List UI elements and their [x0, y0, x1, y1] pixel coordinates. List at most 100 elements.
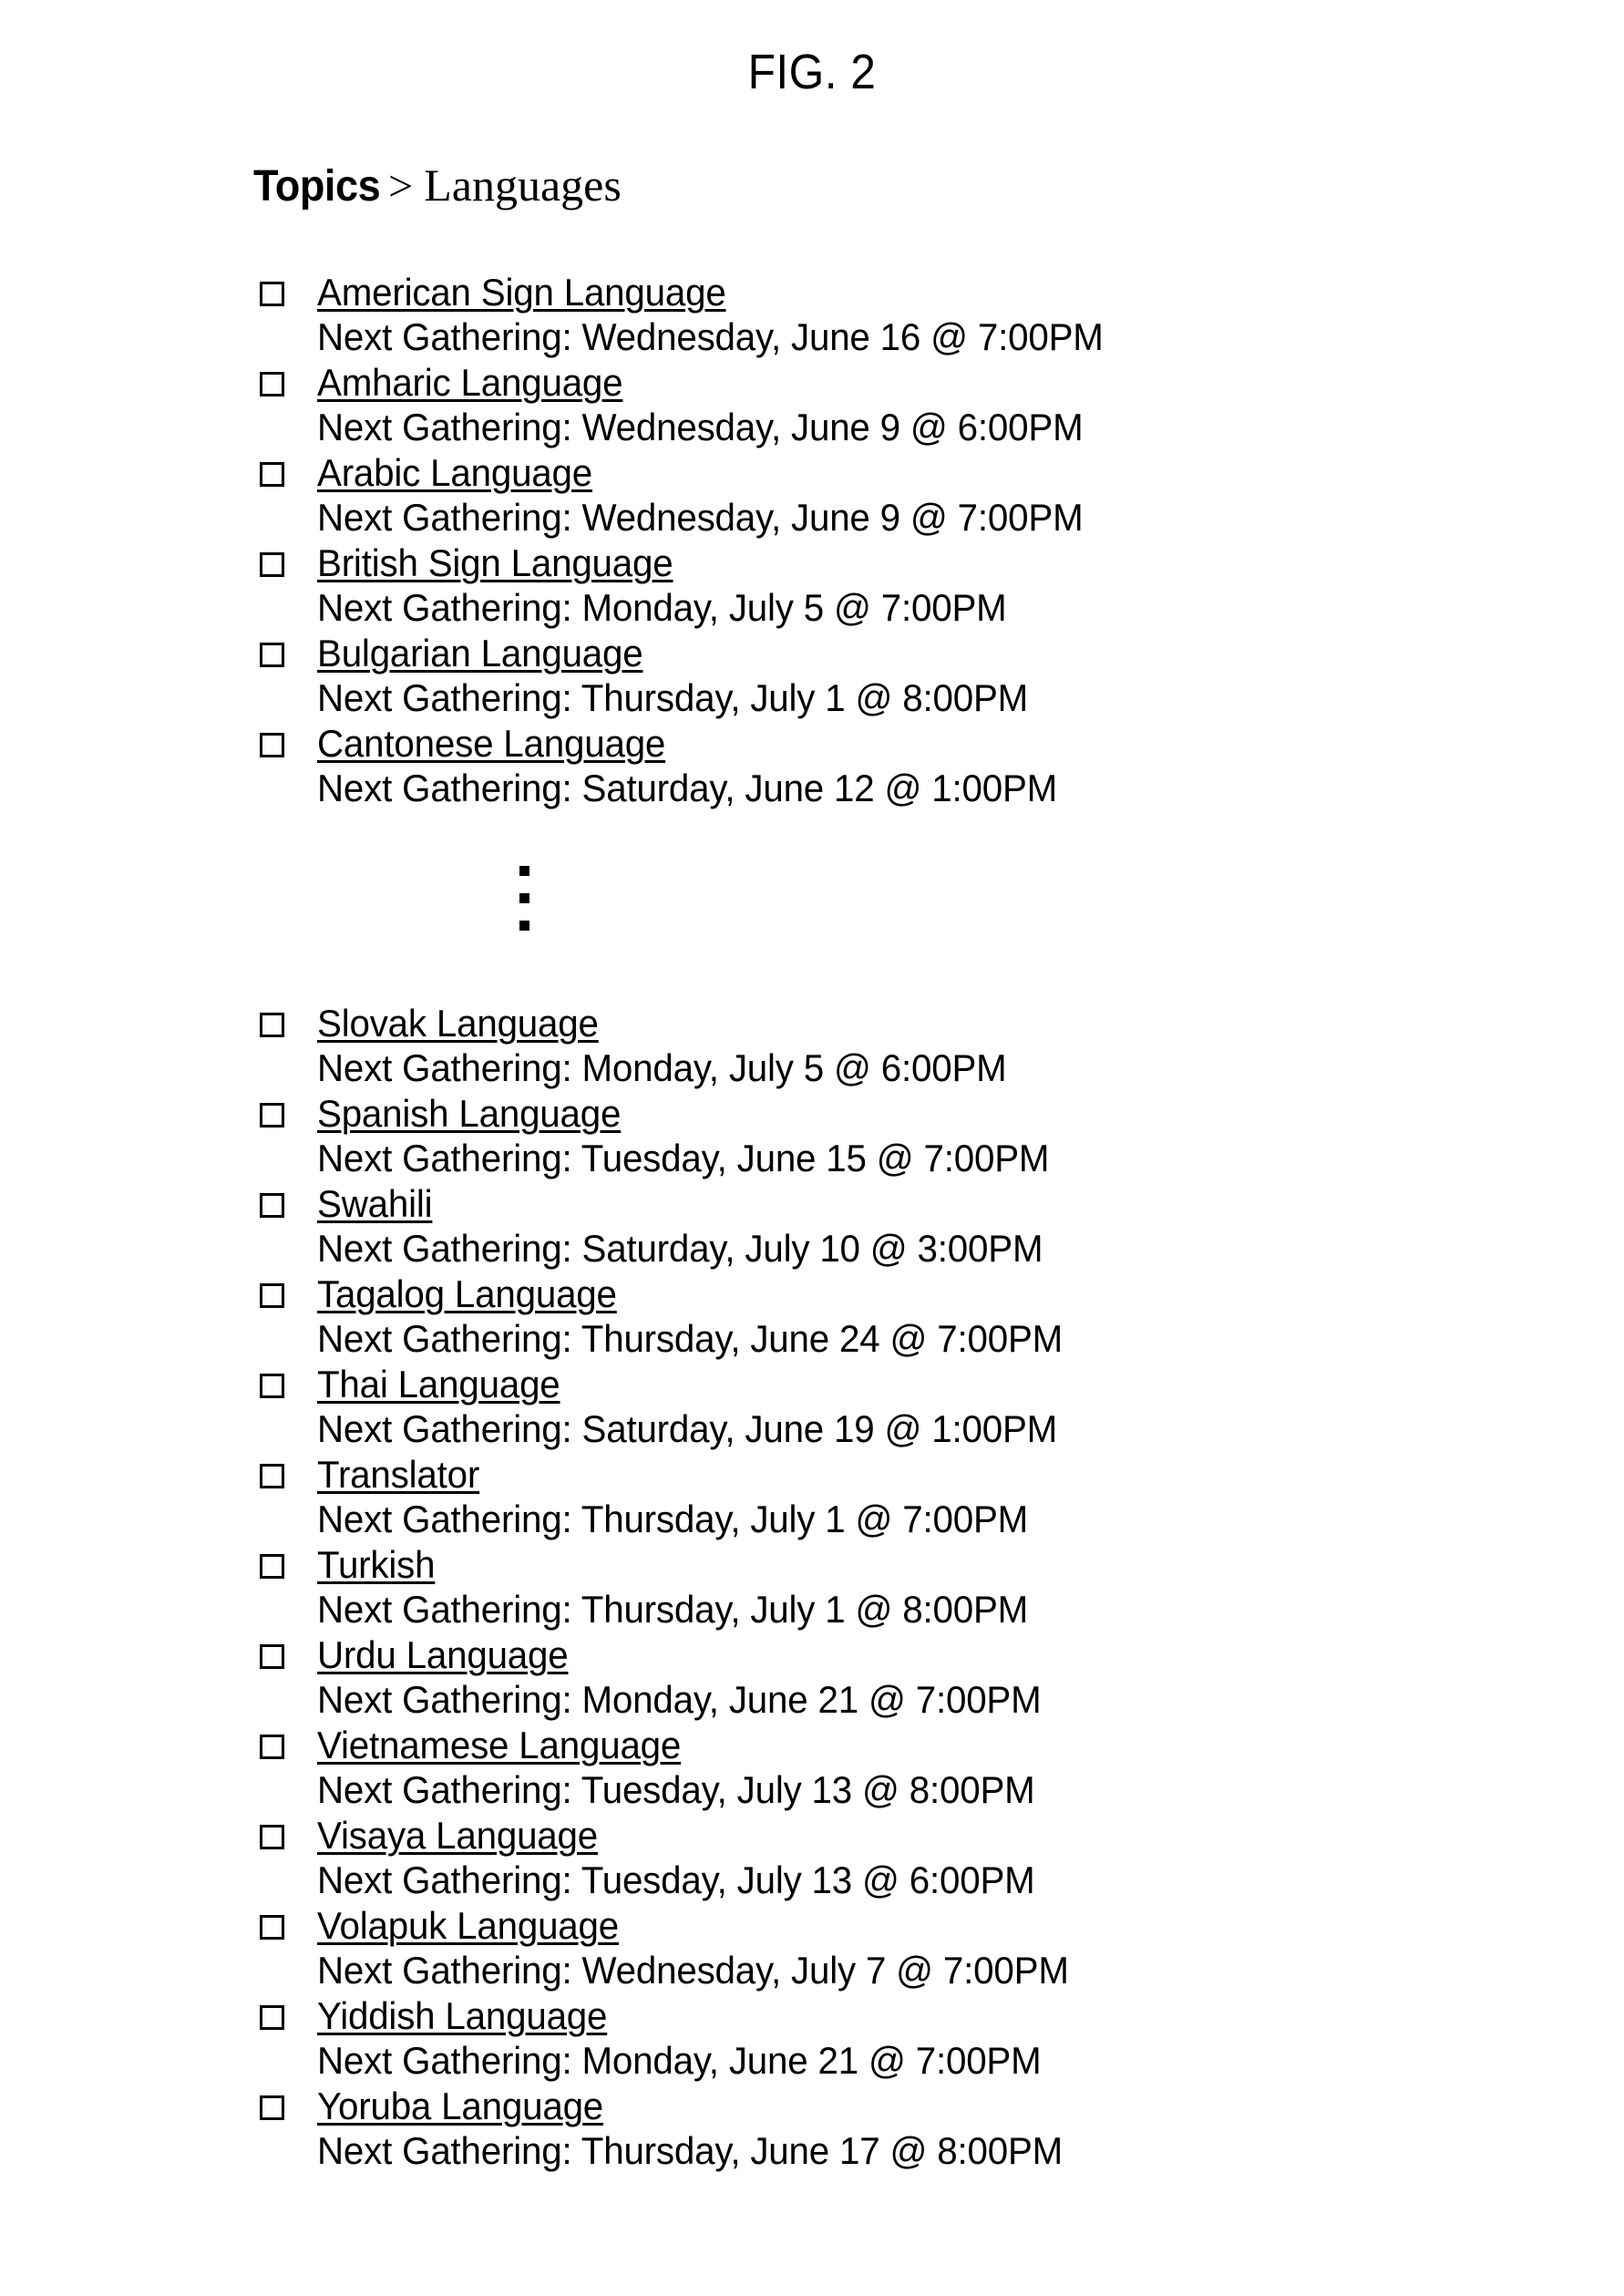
topic-item-text: Urdu Language Next Gathering: Monday, Jun… — [317, 1632, 1072, 1723]
topic-link[interactable]: Cantonese Language — [317, 721, 665, 766]
checkbox-icon[interactable] — [260, 1464, 292, 1496]
topic-list-item: Spanish Language Next Gathering: Tuesday,… — [0, 1091, 1624, 1181]
topic-list-item: Yoruba Language Next Gathering: Thursday,… — [0, 2084, 1624, 2174]
next-gathering-text: Next Gathering: Thursday, July 1 @ 8:00P… — [317, 1588, 1029, 1631]
topic-link[interactable]: Urdu Language — [317, 1632, 569, 1677]
vertical-ellipsis-icon — [519, 866, 532, 937]
topic-link[interactable]: Thai Language — [317, 1362, 560, 1406]
checkbox-icon[interactable] — [260, 282, 292, 314]
topic-list-group-bottom: Slovak Language Next Gathering: Monday, J… — [0, 1001, 1624, 2174]
topic-link[interactable]: Slovak Language — [317, 1001, 599, 1045]
next-gathering-text: Next Gathering: Monday, June 21 @ 7:00PM — [317, 1678, 1042, 1721]
topic-list-item: Thai Language Next Gathering: Saturday, J… — [0, 1362, 1624, 1452]
topic-list-group-top: American Sign Language Next Gathering: We… — [0, 270, 1624, 811]
next-gathering-text: Next Gathering: Monday, July 5 @ 6:00PM — [317, 1046, 1007, 1089]
checkbox-icon[interactable] — [260, 1374, 292, 1405]
checkbox-icon[interactable] — [260, 1013, 292, 1045]
topic-link[interactable]: Vietnamese Language — [317, 1723, 681, 1767]
checkbox-icon[interactable] — [260, 1644, 292, 1676]
checkbox-icon[interactable] — [260, 733, 292, 765]
topic-list-item: American Sign Language Next Gathering: We… — [0, 270, 1624, 360]
next-gathering-text: Next Gathering: Wednesday, June 16 @ 7:0… — [317, 315, 1104, 358]
topic-item-text: British Sign Language Next Gathering: Mon… — [317, 541, 1035, 631]
next-gathering-text: Next Gathering: Thursday, July 1 @ 8:00P… — [317, 676, 1029, 719]
breadcrumb-current: Languages — [424, 160, 622, 211]
topic-item-text: Yoruba Language Next Gathering: Thursday,… — [317, 2084, 1094, 2174]
topic-list-item: Bulgarian Language Next Gathering: Thursd… — [0, 631, 1624, 721]
next-gathering-text: Next Gathering: Thursday, July 1 @ 7:00P… — [317, 1498, 1029, 1540]
topic-link[interactable]: Tagalog Language — [317, 1272, 617, 1316]
next-gathering-text: Next Gathering: Tuesday, July 13 @ 8:00P… — [317, 1768, 1035, 1811]
breadcrumb: Topics > Languages — [253, 157, 622, 225]
topic-link[interactable]: Swahili — [317, 1181, 433, 1226]
topic-item-text: Cantonese Language Next Gathering: Saturd… — [317, 721, 1088, 811]
topic-item-text: Volapuk Language Next Gathering: Wednesda… — [317, 1903, 1100, 1993]
topic-link[interactable]: Bulgarian Language — [317, 631, 643, 675]
checkbox-icon[interactable] — [260, 462, 292, 494]
checkbox-icon[interactable] — [260, 1554, 292, 1586]
topic-list-item: Cantonese Language Next Gathering: Saturd… — [0, 721, 1624, 811]
topic-link[interactable]: Turkish — [317, 1542, 436, 1587]
next-gathering-text: Next Gathering: Thursday, June 17 @ 8:00… — [317, 2129, 1064, 2172]
topic-link[interactable]: Visaya Language — [317, 1813, 598, 1858]
next-gathering-text: Next Gathering: Thursday, June 24 @ 7:00… — [317, 1317, 1064, 1360]
checkbox-icon[interactable] — [260, 1915, 292, 1947]
checkbox-icon[interactable] — [260, 372, 292, 404]
topic-list-item: Yiddish Language Next Gathering: Monday, … — [0, 1993, 1624, 2084]
checkbox-icon[interactable] — [260, 2005, 292, 2037]
topic-item-text: American Sign Language Next Gathering: We… — [317, 270, 1136, 360]
topic-list-item: Turkish Next Gathering: Thursday, July 1 … — [0, 1542, 1624, 1632]
topic-list-item: Tagalog Language Next Gathering: Thursday… — [0, 1272, 1624, 1362]
topic-list-item: Slovak Language Next Gathering: Monday, J… — [0, 1001, 1624, 1091]
checkbox-icon[interactable] — [260, 643, 292, 674]
topic-link[interactable]: Translator — [317, 1452, 479, 1497]
checkbox-icon[interactable] — [260, 1283, 292, 1315]
topic-link[interactable]: British Sign Language — [317, 541, 673, 585]
topic-item-text: Bulgarian Language Next Gathering: Thursd… — [317, 631, 1058, 721]
topic-link[interactable]: Arabic Language — [317, 450, 592, 495]
topic-item-text: Tagalog Language Next Gathering: Thursday… — [317, 1272, 1094, 1362]
topic-list-item: Visaya Language Next Gathering: Tuesday, … — [0, 1813, 1624, 1903]
topic-item-text: Turkish Next Gathering: Thursday, July 1 … — [317, 1542, 1058, 1632]
topic-item-text: Swahili Next Gathering: Saturday, July 10… — [317, 1181, 1074, 1272]
figure-label: FIG. 2 — [747, 45, 877, 99]
topic-list-item: Volapuk Language Next Gathering: Wednesda… — [0, 1903, 1624, 1993]
checkbox-icon[interactable] — [260, 1193, 292, 1225]
next-gathering-text: Next Gathering: Wednesday, July 7 @ 7:00… — [317, 1949, 1069, 1992]
topic-list-item: Arabic Language Next Gathering: Wednesday… — [0, 450, 1624, 541]
topic-link[interactable]: Yoruba Language — [317, 2084, 603, 2128]
topic-list-item: Translator Next Gathering: Thursday, July… — [0, 1452, 1624, 1542]
next-gathering-text: Next Gathering: Tuesday, June 15 @ 7:00P… — [317, 1137, 1050, 1179]
topic-list-item: Urdu Language Next Gathering: Monday, Jun… — [0, 1632, 1624, 1723]
next-gathering-text: Next Gathering: Wednesday, June 9 @ 7:00… — [317, 496, 1084, 539]
topic-item-text: Translator Next Gathering: Thursday, July… — [317, 1452, 1058, 1542]
next-gathering-text: Next Gathering: Monday, June 21 @ 7:00PM — [317, 2039, 1042, 2082]
checkbox-icon[interactable] — [260, 1735, 292, 1766]
checkbox-icon[interactable] — [260, 1103, 292, 1135]
next-gathering-text: Next Gathering: Saturday, June 19 @ 1:00… — [317, 1407, 1058, 1450]
topic-item-text: Amharic Language Next Gathering: Wednesda… — [317, 360, 1115, 450]
checkbox-icon[interactable] — [260, 1825, 292, 1857]
topic-item-text: Spanish Language Next Gathering: Tuesday,… — [317, 1091, 1080, 1181]
next-gathering-text: Next Gathering: Saturday, June 12 @ 1:00… — [317, 767, 1058, 809]
topic-item-text: Arabic Language Next Gathering: Wednesday… — [317, 450, 1115, 541]
topic-link[interactable]: Spanish Language — [317, 1091, 621, 1136]
breadcrumb-separator-icon: > — [388, 162, 414, 211]
topic-link[interactable]: Yiddish Language — [317, 1993, 607, 2038]
checkbox-icon[interactable] — [260, 552, 292, 584]
topic-list-item: Swahili Next Gathering: Saturday, July 10… — [0, 1181, 1624, 1272]
topic-link[interactable]: Volapuk Language — [317, 1903, 619, 1948]
topic-item-text: Yiddish Language Next Gathering: Monday, … — [317, 1993, 1072, 2084]
topic-item-text: Vietnamese Language Next Gathering: Tuesd… — [317, 1723, 1064, 1813]
next-gathering-text: Next Gathering: Wednesday, June 9 @ 6:00… — [317, 406, 1084, 448]
topic-item-text: Thai Language Next Gathering: Saturday, J… — [317, 1362, 1088, 1452]
topic-link[interactable]: American Sign Language — [317, 270, 726, 314]
breadcrumb-root[interactable]: Topics — [253, 159, 381, 215]
topic-list-item: Amharic Language Next Gathering: Wednesda… — [0, 360, 1624, 450]
topic-item-text: Visaya Language Next Gathering: Tuesday, … — [317, 1813, 1064, 1903]
topic-list-item: British Sign Language Next Gathering: Mon… — [0, 541, 1624, 631]
next-gathering-text: Next Gathering: Saturday, July 10 @ 3:00… — [317, 1227, 1043, 1270]
checkbox-icon[interactable] — [260, 2095, 292, 2127]
topic-list-item: Vietnamese Language Next Gathering: Tuesd… — [0, 1723, 1624, 1813]
topic-link[interactable]: Amharic Language — [317, 360, 623, 405]
